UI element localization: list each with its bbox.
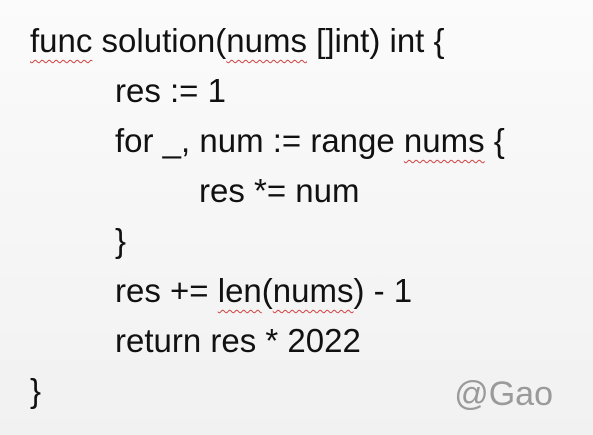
code-text: []int) int { <box>306 22 445 59</box>
code-line-func-signature: func solution(nums []int) int { <box>30 18 445 64</box>
code-line-res-init: res := 1 <box>115 72 226 109</box>
code-line-res-multiply: res *= num <box>199 172 360 209</box>
identifier-nums: nums <box>272 272 354 309</box>
code-text: { <box>484 122 505 159</box>
code-line-for-range: for _, num := range nums { <box>115 118 505 164</box>
code-text: for _, num := range <box>115 122 404 159</box>
keyword-func: func <box>30 22 93 59</box>
identifier-nums: nums <box>403 122 485 159</box>
code-text: res += <box>115 272 218 309</box>
code-text: solution( <box>92 22 227 59</box>
identifier-nums: nums <box>226 22 307 59</box>
identifier-len: len <box>217 272 262 309</box>
code-line-close-func: } <box>30 372 42 409</box>
code-text: ) - 1 <box>353 272 413 309</box>
code-line-close-for: } <box>115 222 127 259</box>
code-line-res-add-len: res += len(nums) - 1 <box>115 268 412 314</box>
code-line-return: return res * 2022 <box>115 322 361 359</box>
author-watermark: @Gao <box>454 375 553 413</box>
code-snippet: func solution(nums []int) int { res := 1… <box>0 18 593 418</box>
code-text: ( <box>261 272 273 309</box>
